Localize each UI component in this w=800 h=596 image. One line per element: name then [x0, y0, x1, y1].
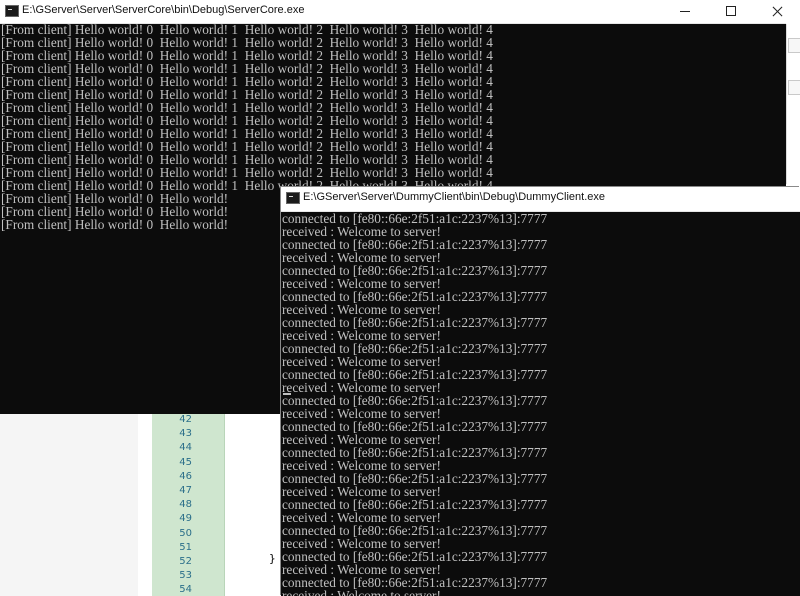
ide-toolbar-button[interactable]	[788, 38, 800, 53]
line-number: 46	[179, 470, 192, 482]
line-number: 52	[179, 556, 192, 567]
ide-change-margin	[198, 414, 225, 596]
minimize-icon[interactable]	[662, 0, 708, 23]
console-app-icon	[5, 5, 19, 17]
client-console-output[interactable]: connected to [fe80::66e:2f51:a1c:2237%13…	[281, 212, 800, 596]
line-number: 49	[179, 513, 192, 525]
maximize-icon[interactable]	[708, 0, 754, 23]
line-number: 54	[179, 584, 192, 596]
client-output-line: received : Welcome to server!	[282, 588, 441, 596]
desktop: 42 43 44 45 46 47 48 49 50 51 52 53 54 } E:\GServer\…	[0, 0, 800, 596]
line-number: 45	[179, 456, 192, 468]
line-number: 50	[179, 527, 192, 539]
line-number: 51	[179, 541, 192, 553]
window-controls	[662, 0, 800, 23]
line-number: 48	[179, 499, 192, 511]
ide-gutter	[138, 414, 152, 596]
client-console-titlebar[interactable]: E:\GServer\Server\DummyClient\bin\Debug\…	[281, 187, 800, 212]
close-icon[interactable]	[754, 0, 800, 23]
line-number: 44	[179, 442, 192, 454]
server-console-title: E:\GServer\Server\ServerCore\bin\Debug\S…	[22, 4, 305, 16]
ide-toolbar-button[interactable]	[788, 80, 800, 95]
ide-side-pane	[0, 414, 139, 596]
ide-right-toolbar	[786, 24, 800, 184]
line-number: 43	[179, 428, 192, 440]
line-number: 53	[179, 570, 192, 582]
line-number: 42	[179, 414, 192, 425]
ide-line-number-margin: 42 43 44 45 46 47 48 49 50 51 52 53 54	[152, 414, 198, 596]
text-cursor	[283, 393, 291, 395]
client-console-window[interactable]: E:\GServer\Server\DummyClient\bin\Debug\…	[281, 187, 800, 596]
ide-code-area[interactable]: }	[225, 414, 285, 596]
line-number: 47	[179, 485, 192, 496]
closing-brace: }	[269, 552, 276, 565]
client-console-title: E:\GServer\Server\DummyClient\bin\Debug\…	[303, 191, 605, 203]
console-app-icon	[286, 192, 300, 204]
